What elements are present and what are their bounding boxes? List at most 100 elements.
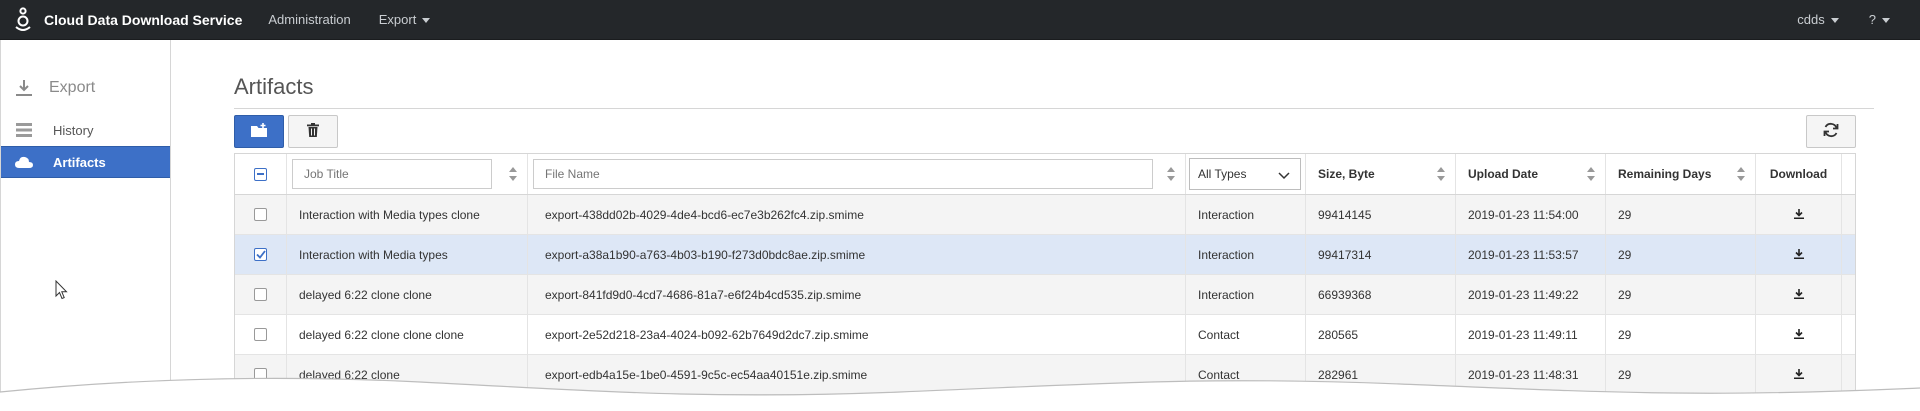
caret-down-icon — [1830, 18, 1839, 23]
type-cell: Interaction — [1186, 275, 1306, 314]
header-remaining-days[interactable]: Remaining Days — [1606, 154, 1756, 194]
table-row[interactable]: delayed 6:22 clone clone export-841fd9d0… — [235, 275, 1855, 315]
chevron-down-icon — [1278, 169, 1290, 183]
row-checkbox[interactable] — [254, 208, 267, 221]
type-filter-value: All Types — [1198, 167, 1247, 181]
download-icon[interactable] — [1793, 248, 1804, 262]
sort-icon[interactable] — [1437, 167, 1445, 183]
user-menu[interactable]: cdds — [1797, 12, 1839, 27]
trash-icon — [307, 123, 319, 140]
row-checkbox[interactable] — [254, 328, 267, 341]
minus-icon — [257, 173, 264, 175]
job-title-cell: delayed 6:22 clone clone clone — [287, 315, 528, 354]
upload-date-cell: 2019-01-23 11:49:22 — [1456, 275, 1606, 314]
genesys-logo-icon — [12, 6, 34, 33]
size-cell: 99414145 — [1306, 195, 1456, 234]
nav-export-dropdown[interactable]: Export — [379, 12, 431, 27]
sidebar-header-label: Export — [49, 79, 96, 96]
download-cell — [1756, 235, 1842, 274]
page-title: Artifacts — [234, 74, 314, 99]
add-artifact-button[interactable] — [234, 115, 284, 148]
select-all-checkbox[interactable] — [254, 167, 267, 181]
remaining-days-cell: 29 — [1606, 275, 1756, 314]
download-cell — [1756, 275, 1842, 314]
delete-button[interactable] — [288, 115, 338, 148]
sidebar: Export History Artifacts — [0, 40, 171, 408]
job-title-cell: Interaction with Media types clone — [287, 195, 528, 234]
header-download-label: Download — [1769, 167, 1828, 181]
header-remaining-days-label: Remaining Days — [1618, 167, 1712, 181]
sidebar-item-artifacts[interactable]: Artifacts — [1, 146, 170, 178]
type-cell: Contact — [1186, 315, 1306, 354]
header-download: Download — [1756, 154, 1842, 194]
job-title-cell: delayed 6:22 clone clone — [287, 275, 528, 314]
sort-icon[interactable] — [1587, 167, 1595, 183]
upload-date-cell: 2019-01-23 11:49:11 — [1456, 315, 1606, 354]
table-header-row: All Types Size, Byte Upload Date — [235, 154, 1855, 195]
nav-export-label: Export — [378, 12, 417, 27]
file-name-cell: export-a38a1b90-a763-4b03-b190-f273d0bdc… — [528, 235, 1186, 274]
remaining-days-cell: 29 — [1606, 235, 1756, 274]
refresh-icon — [1823, 122, 1839, 141]
header-size-label: Size, Byte — [1318, 167, 1375, 181]
header-type: All Types — [1186, 154, 1306, 194]
file-name-cell: export-841fd9d0-4cd7-4686-81a7-e6f24b4cd… — [528, 275, 1186, 314]
header-checkbox-cell — [235, 154, 287, 194]
job-title-cell: Interaction with Media types — [287, 235, 528, 274]
row-checkbox[interactable] — [254, 288, 267, 301]
download-cell — [1756, 315, 1842, 354]
header-size[interactable]: Size, Byte — [1306, 154, 1456, 194]
type-filter-select[interactable]: All Types — [1189, 158, 1301, 190]
header-upload-date[interactable]: Upload Date — [1456, 154, 1606, 194]
app-title[interactable]: Cloud Data Download Service — [44, 12, 242, 28]
table-row[interactable]: Interaction with Media types export-a38a… — [235, 235, 1855, 275]
torn-edge-decoration — [0, 370, 1920, 408]
sort-icon[interactable] — [1167, 167, 1175, 183]
nav-administration[interactable]: Administration — [268, 12, 350, 27]
size-cell: 280565 — [1306, 315, 1456, 354]
caret-down-icon — [1882, 18, 1890, 23]
user-menu-label: cdds — [1797, 12, 1825, 27]
row-checkbox-cell — [235, 315, 287, 354]
row-checkbox-cell — [235, 195, 287, 234]
row-checkbox-cell — [235, 235, 287, 274]
download-icon[interactable] — [1793, 288, 1804, 302]
download-icon — [15, 80, 33, 96]
nav-administration-label: Administration — [268, 12, 351, 27]
header-file-name — [528, 154, 1186, 194]
sidebar-item-history[interactable]: History — [1, 114, 170, 146]
size-cell: 99417314 — [1306, 235, 1456, 274]
size-cell: 66939368 — [1306, 275, 1456, 314]
help-menu-label: ? — [1868, 12, 1876, 27]
sort-icon[interactable] — [509, 167, 517, 183]
remaining-days-cell: 29 — [1606, 315, 1756, 354]
download-icon[interactable] — [1793, 208, 1804, 222]
table-row[interactable]: delayed 6:22 clone clone clone export-2e… — [235, 315, 1855, 355]
header-upload-date-label: Upload Date — [1468, 167, 1539, 181]
top-navbar: Cloud Data Download Service Administrati… — [0, 0, 1920, 40]
upload-date-cell: 2019-01-23 11:54:00 — [1456, 195, 1606, 234]
download-cell — [1756, 195, 1842, 234]
folder-add-icon — [251, 123, 267, 140]
header-job-title — [287, 154, 528, 194]
refresh-button[interactable] — [1806, 115, 1856, 148]
remaining-days-cell: 29 — [1606, 195, 1756, 234]
artifacts-table: All Types Size, Byte Upload Date — [234, 153, 1856, 395]
sidebar-header: Export — [1, 62, 170, 114]
divider — [234, 108, 1874, 109]
cloud-icon — [15, 154, 33, 170]
sort-icon[interactable] — [1737, 167, 1745, 183]
file-name-cell: export-438dd02b-4029-4de4-bcd6-ec7e3b262… — [528, 195, 1186, 234]
table-row[interactable]: Interaction with Media types clone expor… — [235, 195, 1855, 235]
caret-down-icon — [422, 18, 431, 23]
row-checkbox[interactable] — [254, 248, 267, 261]
type-cell: Interaction — [1186, 235, 1306, 274]
file-name-filter[interactable] — [533, 159, 1153, 189]
help-menu[interactable]: ? — [1869, 12, 1890, 27]
job-title-filter[interactable] — [292, 159, 492, 189]
download-icon[interactable] — [1793, 328, 1804, 342]
sidebar-item-label: Artifacts — [53, 154, 106, 170]
mouse-cursor-icon — [55, 279, 69, 303]
checkmark-icon — [255, 248, 266, 262]
row-checkbox-cell — [235, 275, 287, 314]
